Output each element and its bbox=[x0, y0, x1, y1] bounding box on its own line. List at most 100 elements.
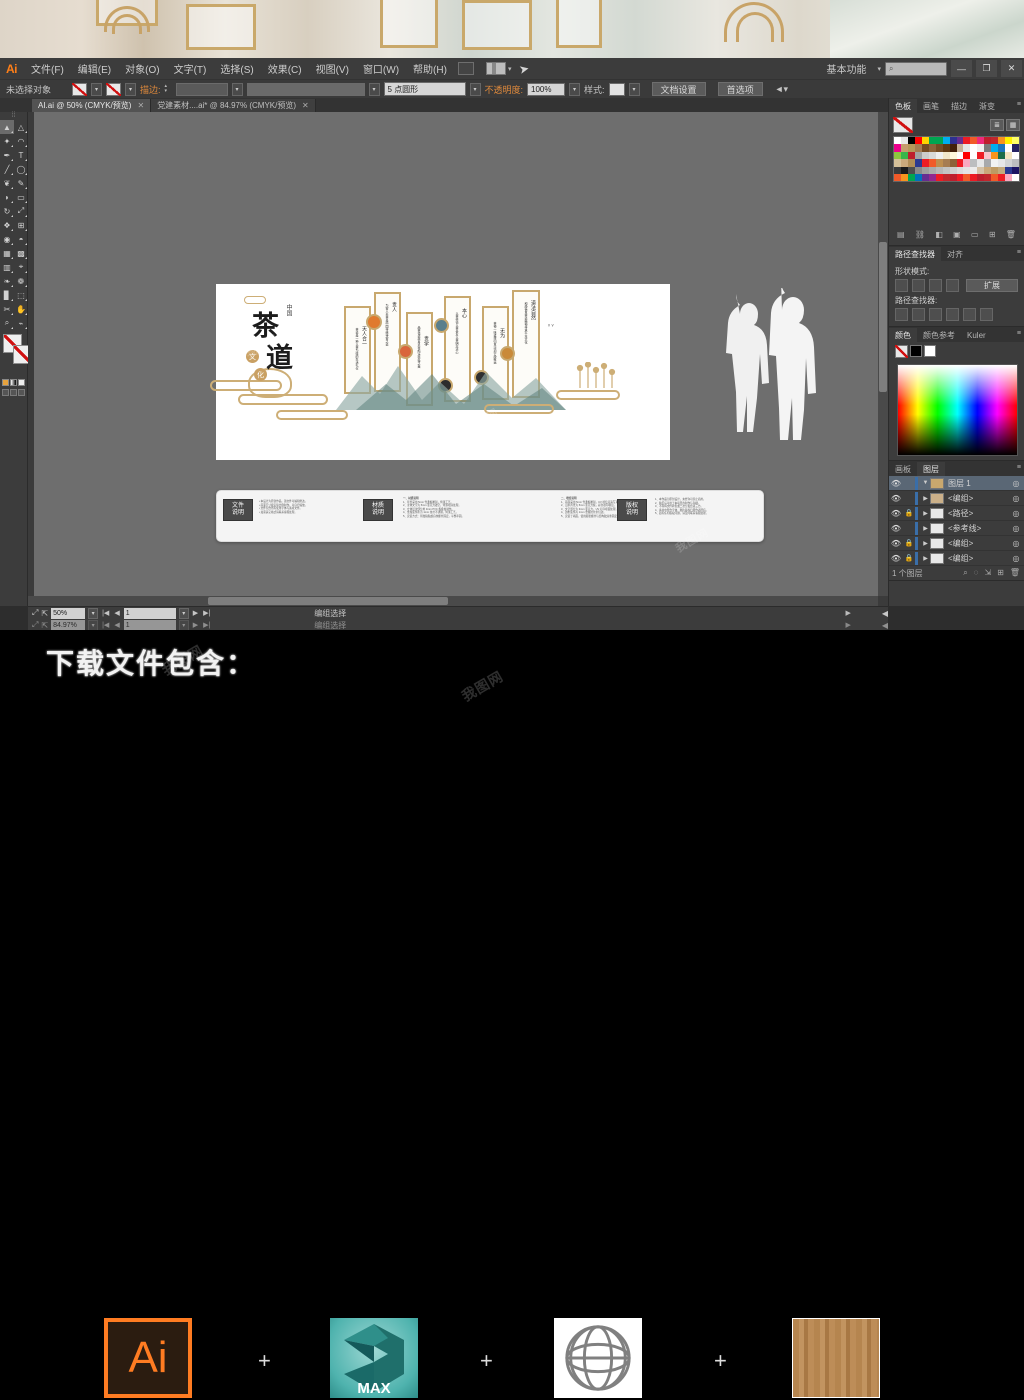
swatch-cell[interactable] bbox=[956, 159, 964, 167]
workspace-chevron-down-icon[interactable]: ▾ bbox=[877, 65, 881, 73]
style-chevron-down-icon[interactable]: ▾ bbox=[628, 82, 640, 96]
layer-target-icon[interactable]: ◎ bbox=[1008, 524, 1024, 533]
artboard-main[interactable]: 中国 茶 道 文 化 天人合一 茶道是一种以茶为媒的生活礼仪 贵人 为客人奉茶是… bbox=[210, 284, 670, 460]
status-expand-icon[interactable]: ▶ bbox=[845, 621, 850, 629]
swatch-link-icon[interactable]: ⛓ bbox=[915, 230, 925, 239]
swatch-cell[interactable] bbox=[900, 166, 908, 174]
layer-visibility-icon[interactable]: 👁 bbox=[889, 539, 903, 548]
tab-artboards[interactable]: 画板 bbox=[889, 462, 917, 476]
swatch-cell[interactable] bbox=[935, 166, 943, 174]
zoom-level-input-secondary[interactable]: 84.97% bbox=[51, 619, 86, 631]
new-group-icon[interactable]: ▭ bbox=[971, 230, 979, 239]
stroke-weight-chevron-down-icon[interactable]: ▾ bbox=[231, 82, 243, 96]
layer-disclosure-icon[interactable]: ▶ bbox=[921, 540, 930, 547]
layer-target-icon[interactable]: ◎ bbox=[1008, 479, 1024, 488]
swatch-cell[interactable] bbox=[1012, 166, 1019, 174]
layer-target-icon[interactable]: ◎ bbox=[1008, 539, 1024, 548]
swatch-cell[interactable] bbox=[914, 137, 922, 145]
swatch-cell[interactable] bbox=[977, 144, 985, 152]
divide-button[interactable] bbox=[895, 308, 908, 322]
opacity-input[interactable]: 100% bbox=[527, 82, 566, 96]
selection-tool[interactable]: ▲ bbox=[0, 120, 14, 134]
swatch-options-icon[interactable]: ▣ bbox=[953, 230, 961, 239]
live-paint-tool[interactable]: ◓ bbox=[14, 232, 28, 246]
page-chevron-down-icon[interactable]: ▾ bbox=[178, 607, 189, 619]
trim-button[interactable] bbox=[912, 308, 925, 322]
swatch-cell[interactable] bbox=[984, 166, 992, 174]
color-none-chip[interactable] bbox=[895, 345, 908, 359]
swatch-cell[interactable] bbox=[956, 151, 964, 160]
hand-tool[interactable]: ✋ bbox=[14, 302, 28, 316]
direct-selection-tool[interactable]: △ bbox=[14, 120, 28, 134]
status-audio-icon[interactable]: ◀ bbox=[882, 609, 888, 618]
swatch-cell[interactable] bbox=[963, 173, 971, 182]
close-icon[interactable]: ✕ bbox=[137, 101, 144, 110]
swatch-cell[interactable] bbox=[1012, 137, 1019, 145]
zoom-chevron-down-icon[interactable]: ▾ bbox=[88, 607, 99, 619]
new-layer-icon[interactable]: ⊞ bbox=[997, 568, 1004, 578]
fit-artboard-icon[interactable]: ⤢ bbox=[32, 608, 38, 618]
tab-color[interactable]: 颜色 bbox=[889, 328, 917, 343]
swatch-cell[interactable] bbox=[921, 173, 929, 182]
swatch-cell[interactable] bbox=[921, 166, 929, 174]
swatch-cell[interactable] bbox=[984, 137, 992, 145]
export-icon[interactable]: ⇱ bbox=[41, 621, 48, 630]
swatch-cell[interactable] bbox=[907, 144, 915, 152]
magic-wand-tool[interactable]: ✦ bbox=[0, 134, 14, 148]
swatch-grid[interactable] bbox=[893, 136, 1020, 183]
swatch-cell[interactable] bbox=[1005, 137, 1013, 145]
swatch-cell[interactable] bbox=[900, 144, 908, 152]
zoom-chevron-down-icon[interactable]: ▾ bbox=[88, 619, 99, 631]
swatch-cell[interactable] bbox=[907, 137, 915, 145]
panel-menu-icon[interactable]: ≡ bbox=[1017, 249, 1021, 256]
swatch-cell[interactable] bbox=[1012, 144, 1019, 152]
color-spectrum-picker[interactable] bbox=[897, 364, 1018, 457]
grid-view-icon[interactable]: ▦ bbox=[1006, 119, 1020, 131]
swatch-cell[interactable] bbox=[970, 151, 978, 160]
stroke-chevron-down-icon[interactable]: ▾ bbox=[125, 82, 136, 96]
swatch-cell[interactable] bbox=[991, 173, 999, 182]
layer-target-icon[interactable]: ◎ bbox=[1008, 554, 1024, 563]
toolbox-grip[interactable]: ⁞⁞ bbox=[0, 112, 27, 120]
export-icon[interactable]: ⇱ bbox=[41, 609, 48, 618]
swatch-cell[interactable] bbox=[921, 144, 929, 152]
lasso-tool[interactable]: ◠ bbox=[14, 134, 28, 148]
panel-menu-icon[interactable]: ≡ bbox=[1017, 330, 1021, 337]
zoom-tool[interactable]: ⌕ bbox=[0, 316, 14, 330]
column-graph-tool[interactable]: ▊ bbox=[0, 288, 14, 302]
swatch-cell[interactable] bbox=[894, 166, 901, 174]
canvas-horizontal-scrollbar[interactable] bbox=[28, 596, 878, 606]
swatch-cell[interactable] bbox=[998, 166, 1006, 174]
document-tab-dangjian[interactable]: 党建素材....ai* @ 84.97% (CMYK/预览) ✕ bbox=[151, 99, 316, 112]
first-page-icon[interactable]: |◀ bbox=[101, 609, 110, 617]
current-tool-label-secondary[interactable]: 编组选择 bbox=[314, 620, 346, 631]
preferences-button[interactable]: 首选项 bbox=[717, 82, 763, 96]
swatch-cell[interactable] bbox=[928, 137, 936, 145]
swatch-cell[interactable] bbox=[956, 173, 964, 182]
swatch-cell[interactable] bbox=[963, 144, 971, 152]
swatch-cell[interactable] bbox=[949, 159, 957, 167]
status-audio-icon[interactable]: ◀ bbox=[882, 621, 888, 630]
swatch-cell[interactable] bbox=[914, 151, 922, 160]
document-tab-ai[interactable]: AI.ai @ 50% (CMYK/预览) ✕ bbox=[32, 99, 152, 112]
swatch-cell[interactable] bbox=[963, 166, 971, 174]
swatch-cell[interactable] bbox=[914, 166, 922, 174]
perspective-grid-tool[interactable]: ▦ bbox=[0, 246, 14, 260]
page-chevron-down-icon[interactable]: ▾ bbox=[178, 619, 189, 631]
stroke-swatch[interactable] bbox=[106, 82, 121, 96]
bridge-icon[interactable] bbox=[457, 62, 474, 75]
swatch-cell[interactable] bbox=[977, 137, 985, 145]
search-input[interactable]: ⌕ bbox=[885, 61, 947, 76]
crop-button[interactable] bbox=[946, 308, 959, 322]
intersect-button[interactable] bbox=[929, 279, 942, 293]
layer-disclosure-icon[interactable]: ▶ bbox=[921, 555, 930, 562]
swatch-kinds-icon[interactable]: ◧ bbox=[935, 230, 943, 239]
swatch-cell[interactable] bbox=[977, 166, 985, 174]
close-button[interactable]: ✕ bbox=[1001, 60, 1022, 77]
swatch-cell[interactable] bbox=[907, 173, 915, 182]
swatch-cell[interactable] bbox=[970, 144, 978, 152]
layer-row[interactable]: 👁 🔒 ▶ <编组> ◎ bbox=[889, 536, 1024, 552]
profile-chevron-down-icon[interactable]: ▾ bbox=[469, 82, 481, 96]
page-number-input-secondary[interactable]: 1 bbox=[123, 619, 176, 631]
eyedropper-tool[interactable]: ⌖ bbox=[14, 260, 28, 274]
